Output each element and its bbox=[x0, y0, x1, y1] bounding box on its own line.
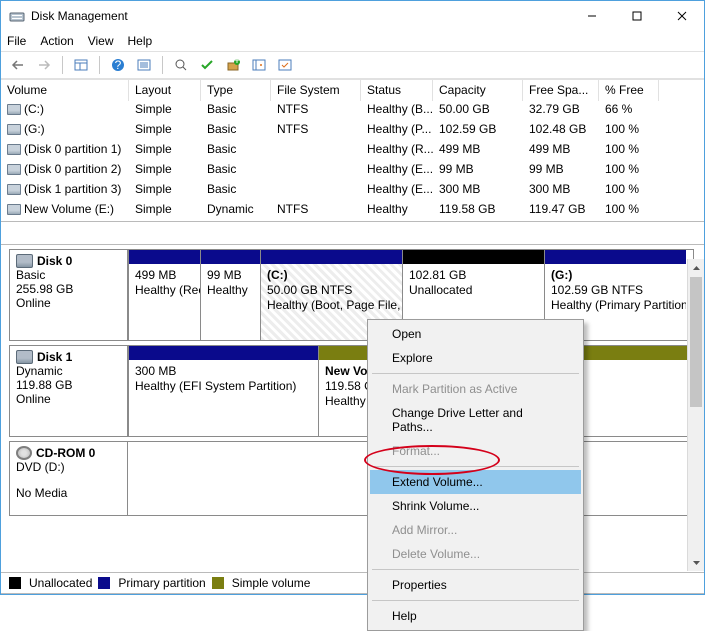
drive-icon bbox=[7, 124, 21, 135]
drive-icon bbox=[7, 164, 21, 175]
legend: Unallocated Primary partition Simple vol… bbox=[1, 572, 704, 594]
disk-icon bbox=[16, 254, 33, 268]
disk0-part2[interactable]: 99 MBHealthy bbox=[200, 250, 260, 340]
minimize-button[interactable] bbox=[569, 1, 614, 31]
legend-swatch-simple bbox=[212, 577, 224, 589]
volume-row[interactable]: (Disk 0 partition 2)SimpleBasicHealthy (… bbox=[1, 161, 704, 181]
volume-row[interactable]: (Disk 1 partition 3)SimpleBasicHealthy (… bbox=[1, 181, 704, 201]
ctx-shrink-volume[interactable]: Shrink Volume... bbox=[370, 494, 581, 518]
volume-row[interactable]: (G:)SimpleBasicNTFSHealthy (P...102.59 G… bbox=[1, 121, 704, 141]
disk0-part1[interactable]: 499 MBHealthy (Recovery Partition) bbox=[128, 250, 200, 340]
disk-0-row: Disk 0 Basic 255.98 GB Online 499 MBHeal… bbox=[9, 249, 694, 341]
col-volume[interactable]: Volume bbox=[1, 80, 129, 101]
volume-list: Volume Layout Type File System Status Ca… bbox=[1, 79, 704, 222]
back-button[interactable] bbox=[7, 54, 29, 76]
help-icon[interactable]: ? bbox=[107, 54, 129, 76]
list-icon[interactable] bbox=[133, 54, 155, 76]
col-pctfree[interactable]: % Free bbox=[599, 80, 659, 101]
drive-icon bbox=[7, 204, 21, 215]
disk-0-label[interactable]: Disk 0 Basic 255.98 GB Online bbox=[10, 250, 128, 340]
menu-view[interactable]: View bbox=[88, 34, 114, 48]
add-disk-icon[interactable]: + bbox=[222, 54, 244, 76]
ctx-delete-volume: Delete Volume... bbox=[370, 542, 581, 566]
col-type[interactable]: Type bbox=[201, 80, 271, 101]
scroll-up-icon[interactable] bbox=[688, 259, 704, 276]
search-icon[interactable] bbox=[170, 54, 192, 76]
window-title: Disk Management bbox=[31, 9, 569, 23]
disk-1-row: Disk 1 Dynamic 119.88 GB Online 300 MBHe… bbox=[9, 345, 694, 437]
col-status[interactable]: Status bbox=[361, 80, 433, 101]
col-capacity[interactable]: Capacity bbox=[433, 80, 523, 101]
ctx-extend-volume[interactable]: Extend Volume... bbox=[370, 470, 581, 494]
view-pane-icon[interactable] bbox=[70, 54, 92, 76]
drive-icon bbox=[7, 104, 21, 115]
disk-graph-pane: Disk 0 Basic 255.98 GB Online 499 MBHeal… bbox=[1, 244, 704, 518]
close-button[interactable] bbox=[659, 1, 704, 31]
volume-row[interactable]: (C:)SimpleBasicNTFSHealthy (B...50.00 GB… bbox=[1, 101, 704, 121]
svg-text:+: + bbox=[233, 58, 240, 67]
disk1-efi[interactable]: 300 MBHealthy (EFI System Partition) bbox=[128, 346, 318, 436]
properties-icon[interactable] bbox=[274, 54, 296, 76]
vertical-scrollbar[interactable] bbox=[687, 259, 704, 571]
ctx-add-mirror: Add Mirror... bbox=[370, 518, 581, 542]
context-menu: Open Explore Mark Partition as Active Ch… bbox=[367, 319, 584, 631]
volume-row[interactable]: New Volume (E:)SimpleDynamicNTFSHealthy1… bbox=[1, 201, 704, 221]
drive-icon bbox=[7, 184, 21, 195]
col-free[interactable]: Free Spa... bbox=[523, 80, 599, 101]
toolbar: ? + bbox=[1, 51, 704, 79]
forward-button[interactable] bbox=[33, 54, 55, 76]
ctx-properties[interactable]: Properties bbox=[370, 573, 581, 597]
drive-icon bbox=[7, 144, 21, 155]
disk-icon bbox=[16, 350, 33, 364]
app-icon bbox=[9, 8, 25, 24]
cdrom-row: CD-ROM 0 DVD (D:) No Media bbox=[9, 441, 694, 516]
ctx-open[interactable]: Open bbox=[370, 322, 581, 346]
volume-row[interactable]: (Disk 0 partition 1)SimpleBasicHealthy (… bbox=[1, 141, 704, 161]
scroll-down-icon[interactable] bbox=[688, 554, 704, 571]
ctx-format: Format... bbox=[370, 439, 581, 463]
check-icon[interactable] bbox=[196, 54, 218, 76]
settings-icon[interactable] bbox=[248, 54, 270, 76]
col-layout[interactable]: Layout bbox=[129, 80, 201, 101]
volume-list-header: Volume Layout Type File System Status Ca… bbox=[1, 79, 704, 101]
menu-help[interactable]: Help bbox=[128, 34, 153, 48]
maximize-button[interactable] bbox=[614, 1, 659, 31]
scroll-thumb[interactable] bbox=[690, 277, 702, 407]
cd-icon bbox=[16, 446, 32, 460]
ctx-mark-active: Mark Partition as Active bbox=[370, 377, 581, 401]
col-filesystem[interactable]: File System bbox=[271, 80, 361, 101]
menu-action[interactable]: Action bbox=[40, 34, 73, 48]
menu-bar: File Action View Help bbox=[1, 31, 704, 51]
ctx-change-letter[interactable]: Change Drive Letter and Paths... bbox=[370, 401, 581, 439]
disk-1-label[interactable]: Disk 1 Dynamic 119.88 GB Online bbox=[10, 346, 128, 436]
menu-file[interactable]: File bbox=[7, 34, 26, 48]
cdrom-label[interactable]: CD-ROM 0 DVD (D:) No Media bbox=[10, 442, 128, 515]
title-bar: Disk Management bbox=[1, 1, 704, 31]
ctx-help[interactable]: Help bbox=[370, 604, 581, 628]
legend-swatch-unallocated bbox=[9, 577, 21, 589]
ctx-explore[interactable]: Explore bbox=[370, 346, 581, 370]
svg-text:?: ? bbox=[115, 58, 122, 72]
legend-swatch-primary bbox=[98, 577, 110, 589]
